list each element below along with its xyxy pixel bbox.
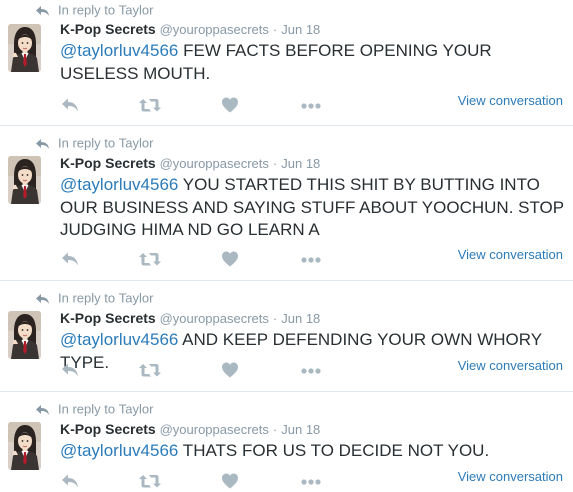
in-reply-to[interactable]: In reply to Taylor (35, 401, 153, 417)
reply-to-name[interactable]: Taylor (119, 3, 154, 18)
mention-link[interactable]: @taylorluv4566 (60, 441, 178, 460)
separator: · (272, 422, 278, 437)
timestamp[interactable]: Jun 18 (281, 22, 320, 37)
reply-icon[interactable] (60, 360, 80, 380)
separator: · (272, 156, 278, 171)
avatar[interactable] (8, 156, 41, 204)
avatar[interactable] (8, 24, 41, 72)
retweet-icon[interactable] (138, 360, 162, 380)
heart-icon[interactable] (221, 360, 239, 380)
reply-to-name[interactable]: Taylor (119, 136, 154, 151)
username[interactable]: @youroppasecrets (160, 22, 269, 37)
reply-arrow-icon (35, 5, 50, 17)
fullname[interactable]: K-Pop Secrets (60, 421, 156, 437)
timestamp[interactable]: Jun 18 (281, 311, 320, 326)
more-icon[interactable] (300, 95, 322, 115)
view-conversation-link[interactable]: View conversation (458, 358, 563, 374)
separator: · (272, 22, 278, 37)
tweet-header: K-Pop Secrets @youroppasecrets · Jun 18 (60, 154, 320, 172)
tweet-actions (60, 95, 360, 115)
tweet[interactable]: In reply to Taylor K-Pop Secrets @yourop… (0, 0, 573, 126)
tweet-header: K-Pop Secrets @youroppasecrets · Jun 18 (60, 20, 320, 38)
avatar[interactable] (8, 422, 41, 470)
heart-icon[interactable] (221, 249, 239, 269)
tweet-text: @taylorluv4566 YOU STARTED THIS SHIT BY … (60, 174, 572, 242)
username[interactable]: @youroppasecrets (160, 311, 269, 326)
view-conversation-link[interactable]: View conversation (458, 469, 563, 485)
in-reply-to[interactable]: In reply to Taylor (35, 2, 153, 18)
username[interactable]: @youroppasecrets (160, 156, 269, 171)
reply-icon[interactable] (60, 95, 80, 115)
reply-prefix: In reply to (58, 135, 116, 151)
reply-prefix: In reply to (58, 401, 116, 417)
more-icon[interactable] (300, 249, 322, 269)
tweet[interactable]: In reply to Taylor K-Pop Secrets @yourop… (0, 126, 573, 281)
heart-icon[interactable] (221, 471, 239, 491)
avatar[interactable] (8, 311, 41, 359)
more-icon[interactable] (300, 360, 322, 380)
reply-to-name[interactable]: Taylor (119, 291, 154, 306)
tweet-actions (60, 249, 360, 269)
tweet[interactable]: In reply to Taylor K-Pop Secrets @yourop… (0, 392, 573, 492)
tweet-text: @taylorluv4566 THATS FOR US TO DECIDE NO… (60, 440, 572, 463)
fullname[interactable]: K-Pop Secrets (60, 155, 156, 171)
tweet-actions (60, 360, 360, 380)
reply-arrow-icon (35, 138, 50, 150)
mention-link[interactable]: @taylorluv4566 (60, 175, 178, 194)
tweet[interactable]: In reply to Taylor K-Pop Secrets @yourop… (0, 281, 573, 392)
tweet-header: K-Pop Secrets @youroppasecrets · Jun 18 (60, 309, 320, 327)
reply-arrow-icon (35, 293, 50, 305)
in-reply-to[interactable]: In reply to Taylor (35, 290, 153, 306)
retweet-icon[interactable] (138, 95, 162, 115)
more-icon[interactable] (300, 471, 322, 491)
separator: · (272, 311, 278, 326)
in-reply-to[interactable]: In reply to Taylor (35, 135, 153, 151)
view-conversation-link[interactable]: View conversation (458, 93, 563, 109)
timestamp[interactable]: Jun 18 (281, 422, 320, 437)
reply-icon[interactable] (60, 249, 80, 269)
reply-prefix: In reply to (58, 290, 116, 306)
fullname[interactable]: K-Pop Secrets (60, 310, 156, 326)
mention-link[interactable]: @taylorluv4566 (60, 330, 178, 349)
mention-link[interactable]: @taylorluv4566 (60, 41, 178, 60)
tweet-actions (60, 471, 360, 491)
view-conversation-link[interactable]: View conversation (458, 247, 563, 263)
heart-icon[interactable] (221, 95, 239, 115)
retweet-icon[interactable] (138, 471, 162, 491)
reply-icon[interactable] (60, 471, 80, 491)
tweet-body: THATS FOR US TO DECIDE NOT YOU. (178, 441, 490, 460)
timeline: In reply to Taylor K-Pop Secrets @yourop… (0, 0, 573, 492)
reply-prefix: In reply to (58, 2, 116, 18)
tweet-text: @taylorluv4566 FEW FACTS BEFORE OPENING … (60, 40, 572, 85)
fullname[interactable]: K-Pop Secrets (60, 21, 156, 37)
timestamp[interactable]: Jun 18 (281, 156, 320, 171)
retweet-icon[interactable] (138, 249, 162, 269)
reply-to-name[interactable]: Taylor (119, 402, 154, 417)
reply-arrow-icon (35, 404, 50, 416)
tweet-header: K-Pop Secrets @youroppasecrets · Jun 18 (60, 420, 320, 438)
username[interactable]: @youroppasecrets (160, 422, 269, 437)
